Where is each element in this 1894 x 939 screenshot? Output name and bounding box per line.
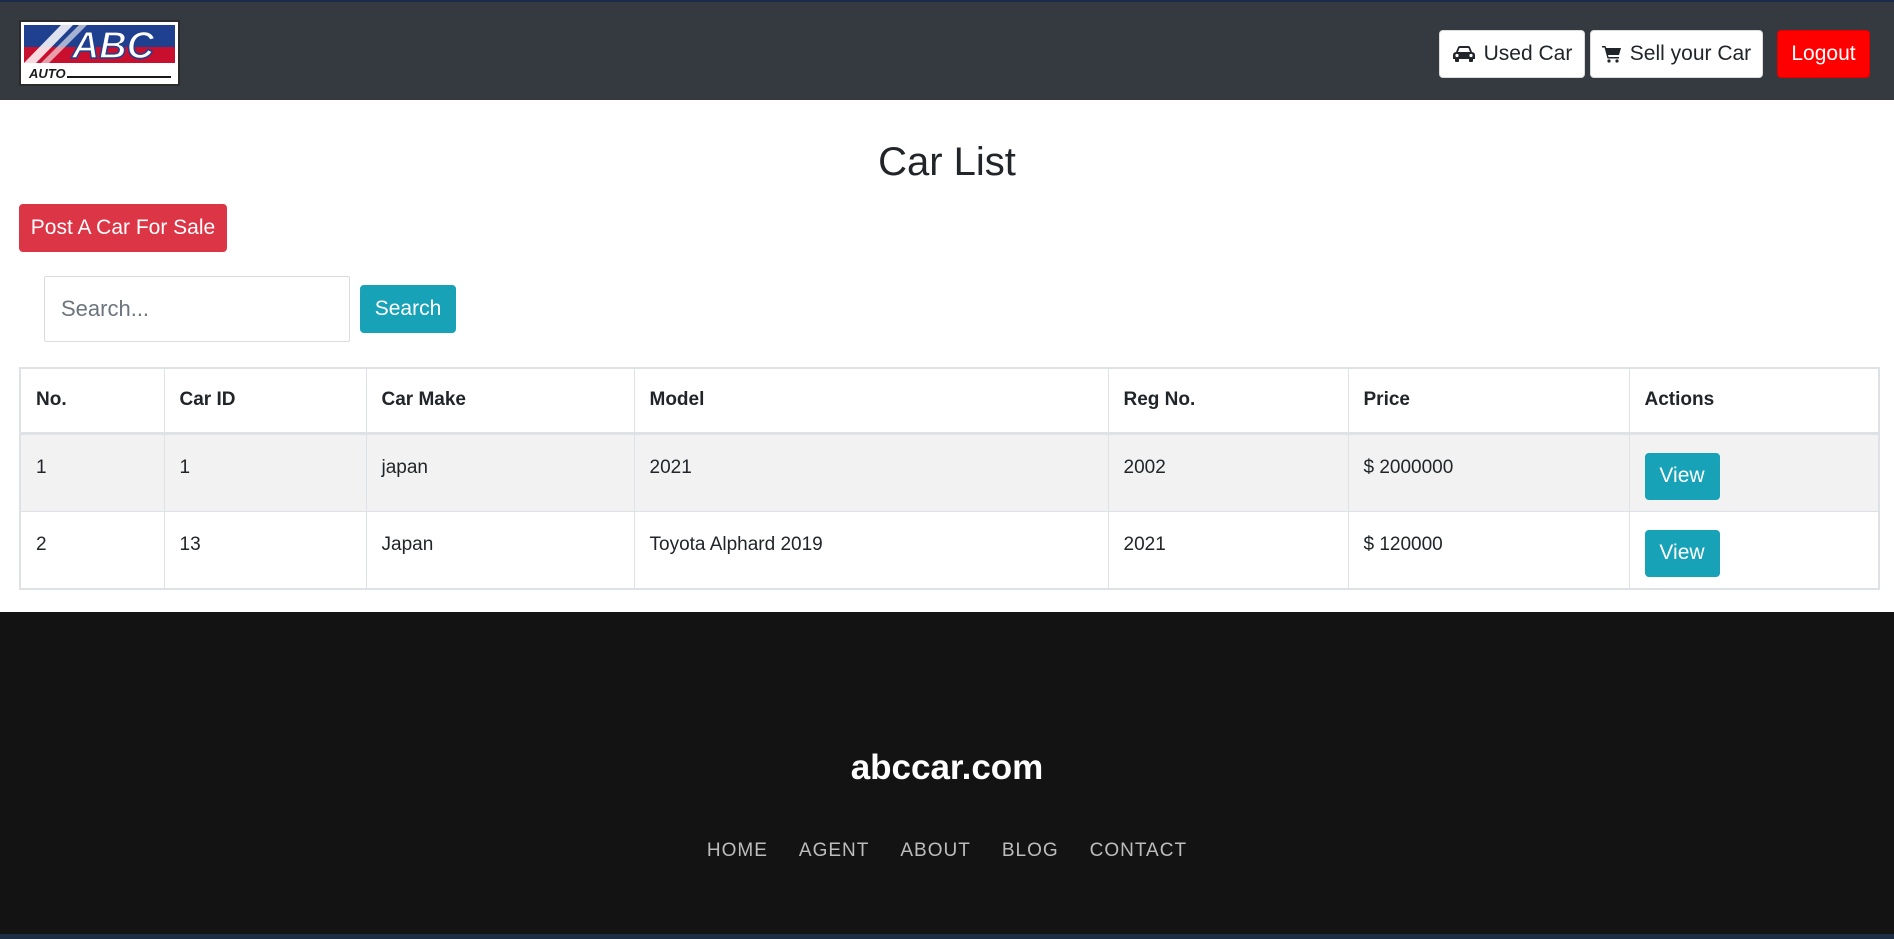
sell-car-button[interactable]: Sell your Car <box>1590 30 1763 78</box>
cell-price: $ 2000000 <box>1347 432 1630 512</box>
post-car-button[interactable]: Post A Car For Sale <box>19 204 227 252</box>
car-icon <box>1452 45 1476 63</box>
footer-link-agent[interactable]: AGENT <box>799 840 869 862</box>
logout-button[interactable]: Logout <box>1777 30 1870 78</box>
column-header-model: Model <box>633 367 1109 435</box>
cell-model: 2021 <box>633 432 1109 512</box>
used-car-button[interactable]: Used Car <box>1439 30 1585 78</box>
footer-link-about[interactable]: ABOUT <box>900 840 970 862</box>
navbar: ABC AUTO Used Car Sell your Car Logout <box>0 0 1894 100</box>
cell-actions: View <box>1628 432 1880 512</box>
footer-nav: HOME AGENT ABOUT BLOG CONTACT <box>0 840 1894 862</box>
table-header-row: No. Car ID Car Make Model Reg No. Price … <box>19 367 1880 435</box>
column-header-car-id: Car ID <box>163 367 367 435</box>
cell-actions: View <box>1628 510 1880 590</box>
table-row: 2 13 Japan Toyota Alphard 2019 2021 $ 12… <box>19 510 1880 590</box>
shopping-cart-icon <box>1601 45 1622 63</box>
search-button[interactable]: Search <box>360 285 456 333</box>
used-car-label: Used Car <box>1483 42 1573 65</box>
footer-link-home[interactable]: HOME <box>707 840 768 862</box>
view-button[interactable]: View <box>1644 452 1720 500</box>
table-row: 1 1 japan 2021 2002 $ 2000000 View <box>19 432 1880 512</box>
cell-price: $ 120000 <box>1347 510 1630 590</box>
svg-text:AUTO: AUTO <box>28 66 66 81</box>
footer-link-blog[interactable]: BLOG <box>1002 840 1059 862</box>
column-header-price: Price <box>1347 367 1630 435</box>
sell-car-label: Sell your Car <box>1629 42 1752 65</box>
cell-model: Toyota Alphard 2019 <box>633 510 1109 590</box>
cell-reg-no: 2021 <box>1107 510 1349 590</box>
cell-car-id: 1 <box>163 432 367 512</box>
column-header-car-make: Car Make <box>365 367 635 435</box>
cell-car-make: Japan <box>365 510 635 590</box>
column-header-reg-no: Reg No. <box>1107 367 1349 435</box>
column-header-actions: Actions <box>1628 367 1880 435</box>
view-button[interactable]: View <box>1644 529 1720 577</box>
cell-reg-no: 2002 <box>1107 432 1349 512</box>
abc-auto-logo: ABC AUTO <box>24 24 175 81</box>
svg-text:ABC: ABC <box>71 25 155 67</box>
bottom-edge-divider <box>0 934 1894 939</box>
search-input[interactable] <box>44 276 350 342</box>
cell-car-make: japan <box>365 432 635 512</box>
footer-link-contact[interactable]: CONTACT <box>1090 840 1187 862</box>
page-title: Car List <box>878 140 1016 184</box>
car-list-table: No. Car ID Car Make Model Reg No. Price … <box>19 367 1880 590</box>
cell-no: 1 <box>19 432 165 512</box>
footer-brand: abccar.com <box>850 748 1044 787</box>
cell-no: 2 <box>19 510 165 590</box>
brand-logo[interactable]: ABC AUTO <box>19 20 180 86</box>
column-header-no: No. <box>19 367 165 435</box>
footer: abccar.com HOME AGENT ABOUT BLOG CONTACT <box>0 612 1894 939</box>
cell-car-id: 13 <box>163 510 367 590</box>
